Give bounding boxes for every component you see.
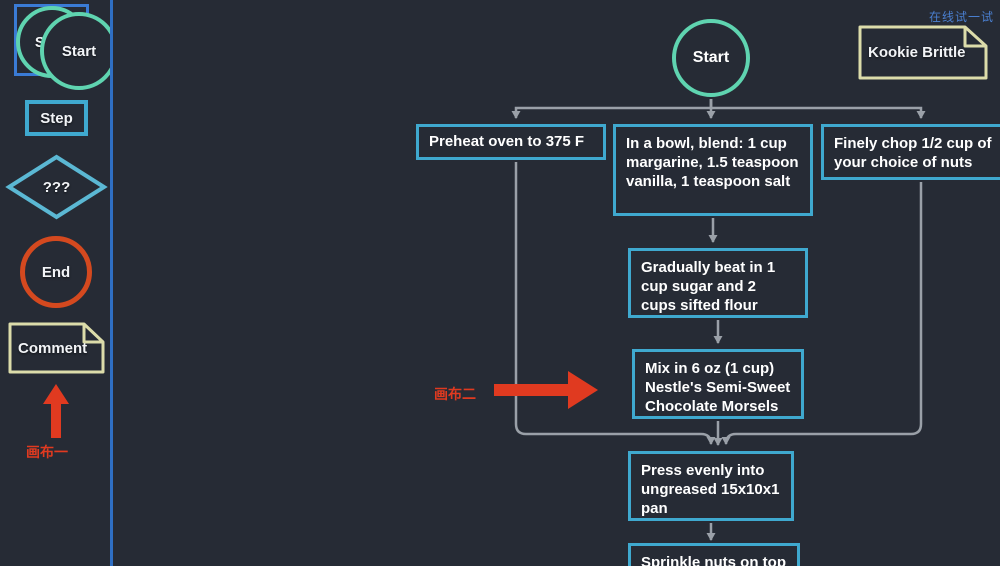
- node-blend-bowl[interactable]: In a bowl, blend: 1 cup margarine, 1.5 t…: [613, 124, 813, 216]
- palette-shape-decision-labelbox: ???: [5, 153, 108, 221]
- node-beat-sugar-flour[interactable]: Gradually beat in 1 cup sugar and 2 cups…: [628, 248, 808, 318]
- node-sprinkle-nuts-label: Sprinkle nuts on top: [641, 554, 786, 566]
- canvas-note-textbox: Kookie Brittle: [858, 25, 988, 80]
- node-preheat-label: Preheat oven to 375 F: [429, 133, 585, 151]
- palette-shape-comment[interactable]: Comment: [8, 322, 105, 374]
- palette-shape-decision-label: ???: [42, 178, 71, 196]
- annotation-canvas-one-label: 画布一: [26, 444, 68, 460]
- node-blend-bowl-label: In a bowl, blend: 1 cup margarine, 1.5 t…: [626, 135, 799, 191]
- shape-palette-canvas[interactable]: Start Start Step ??? End Comment: [0, 0, 113, 566]
- canvas-note-kookie-brittle[interactable]: Kookie Brittle: [858, 25, 988, 80]
- palette-shape-comment-label: Comment: [18, 339, 88, 357]
- palette-shape-start-front[interactable]: Start: [40, 12, 110, 90]
- connector-layer: [511, 99, 926, 541]
- node-press-into-pan-label: Press evenly into ungreased 15x10x1 pan: [641, 462, 780, 518]
- node-start[interactable]: Start: [672, 19, 750, 97]
- annotation-arrow-right-icon: [494, 371, 598, 409]
- node-chop-nuts[interactable]: Finely chop 1/2 cup of your choice of nu…: [821, 124, 1000, 180]
- annotation-canvas-two-label: 画布二: [434, 386, 476, 402]
- node-mix-morsels-label: Mix in 6 oz (1 cup) Nestle's Semi-Sweet …: [645, 360, 791, 416]
- palette-shape-start-front-label: Start: [61, 42, 97, 60]
- flowchart-editor: Start Start Step ??? End Comment: [0, 0, 1000, 566]
- palette-shape-decision[interactable]: ???: [5, 153, 108, 221]
- palette-shape-end-label: End: [41, 263, 71, 281]
- node-preheat[interactable]: Preheat oven to 375 F: [416, 124, 606, 160]
- node-press-into-pan[interactable]: Press evenly into ungreased 15x10x1 pan: [628, 451, 794, 521]
- palette-shape-step[interactable]: Step: [25, 100, 88, 136]
- annotation-arrow-up-icon: [43, 384, 69, 438]
- node-start-label: Start: [692, 49, 730, 66]
- node-sprinkle-nuts[interactable]: Sprinkle nuts on top: [628, 543, 800, 566]
- watermark-label: 在线试一试: [928, 10, 994, 24]
- palette-shape-step-label: Step: [40, 109, 73, 127]
- palette-shape-end[interactable]: End: [20, 236, 92, 308]
- node-chop-nuts-label: Finely chop 1/2 cup of your choice of nu…: [834, 135, 992, 172]
- flowchart-canvas[interactable]: Start Preheat oven to 375 F In a bowl, b…: [116, 0, 1000, 566]
- node-mix-morsels[interactable]: Mix in 6 oz (1 cup) Nestle's Semi-Sweet …: [632, 349, 804, 419]
- palette-shape-comment-textbox: Comment: [8, 322, 105, 374]
- node-beat-sugar-flour-label: Gradually beat in 1 cup sugar and 2 cups…: [641, 259, 776, 315]
- canvas-note-label: Kookie Brittle: [868, 44, 966, 61]
